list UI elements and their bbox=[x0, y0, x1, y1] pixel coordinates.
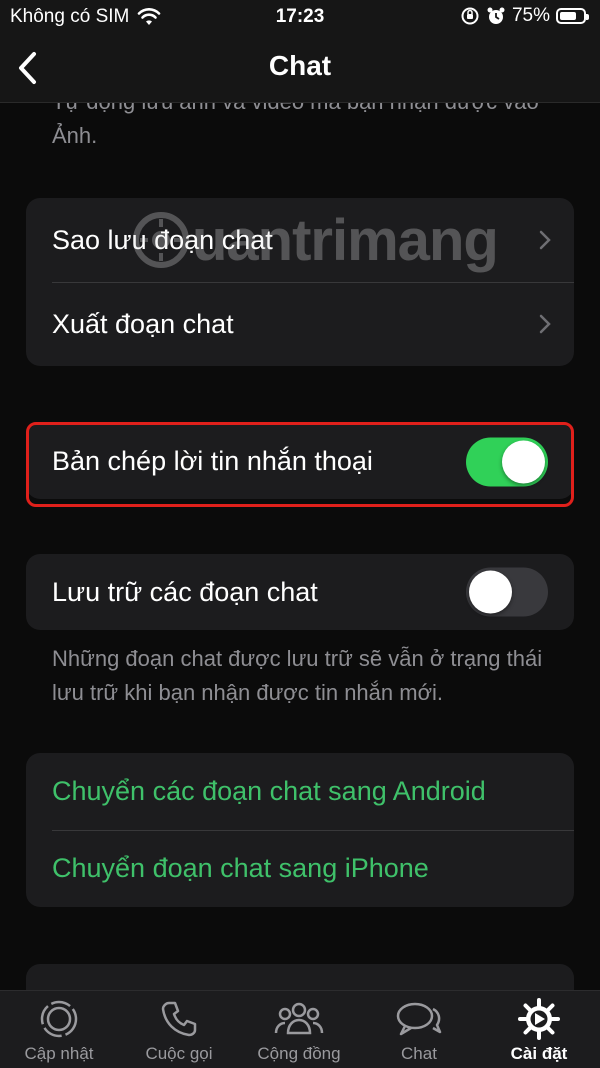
battery-icon bbox=[556, 8, 589, 24]
tab-settings-label: Cài đặt bbox=[510, 1044, 568, 1063]
chevron-right-icon bbox=[539, 314, 551, 334]
voice-transcript-row[interactable]: Bản chép lời tin nhắn thoại bbox=[26, 424, 574, 499]
transfer-group: Chuyển các đoạn chat sang Android Chuyển… bbox=[26, 753, 574, 907]
tab-updates-label: Cập nhật bbox=[24, 1044, 94, 1063]
tab-communities[interactable]: Cộng đồng bbox=[244, 997, 354, 1064]
transfer-iphone-row[interactable]: Chuyển đoạn chat sang iPhone bbox=[26, 830, 574, 907]
archive-chats-toggle[interactable] bbox=[466, 567, 548, 617]
chat-actions-group: Sao lưu đoạn chat Xuất đoạn chat bbox=[26, 198, 574, 366]
voice-transcript-label: Bản chép lời tin nhắn thoại bbox=[52, 446, 373, 476]
chevron-right-icon bbox=[539, 230, 551, 250]
phone-icon bbox=[161, 1001, 197, 1037]
tab-communities-label: Cộng đồng bbox=[257, 1044, 341, 1063]
orientation-lock-icon bbox=[461, 7, 479, 25]
archive-chats-label: Lưu trữ các đoạn chat bbox=[52, 576, 318, 607]
export-chat-label: Xuất đoạn chat bbox=[52, 308, 234, 339]
export-chat-row[interactable]: Xuất đoạn chat bbox=[26, 282, 574, 366]
tab-chats[interactable]: Chat bbox=[364, 997, 474, 1064]
tab-updates[interactable]: Cập nhật bbox=[4, 997, 114, 1064]
tab-calls[interactable]: Cuộc gọi bbox=[124, 997, 234, 1064]
chat-icon bbox=[396, 1002, 442, 1036]
tab-chats-label: Chat bbox=[401, 1044, 437, 1063]
alarm-icon bbox=[487, 7, 505, 24]
tab-settings[interactable]: Cài đặt bbox=[484, 997, 594, 1064]
next-settings-group bbox=[26, 964, 574, 990]
updates-icon bbox=[40, 1000, 78, 1038]
page-title: Chat bbox=[268, 50, 332, 81]
tab-bar: Cập nhật Cuộc gọi Cộng đồng Chat Cài đặt bbox=[0, 990, 600, 1068]
backup-chats-label: Sao lưu đoạn chat bbox=[52, 224, 273, 255]
gear-icon bbox=[518, 998, 560, 1040]
transfer-android-label: Chuyển các đoạn chat sang Android bbox=[52, 776, 486, 806]
settings-content[interactable]: Tự động lưu ảnh và video mà bạn nhận đượ… bbox=[0, 102, 600, 990]
community-icon bbox=[274, 1002, 324, 1035]
backup-chats-row[interactable]: Sao lưu đoạn chat bbox=[26, 198, 574, 282]
status-bar: Không có SIM 17:23 75% bbox=[0, 0, 600, 34]
transfer-iphone-label: Chuyển đoạn chat sang iPhone bbox=[52, 853, 429, 883]
transfer-android-row[interactable]: Chuyển các đoạn chat sang Android bbox=[26, 753, 574, 830]
voice-transcript-toggle[interactable] bbox=[466, 437, 548, 486]
navigation-bar: Chat bbox=[0, 34, 600, 103]
archive-group: Lưu trữ các đoạn chat bbox=[26, 554, 574, 630]
tab-calls-label: Cuộc gọi bbox=[145, 1044, 213, 1063]
archive-chats-row[interactable]: Lưu trữ các đoạn chat bbox=[26, 554, 574, 630]
battery-percent: 75% bbox=[511, 5, 550, 26]
media-visibility-footer: Tự động lưu ảnh và video mà bạn nhận đượ… bbox=[52, 102, 539, 148]
voice-transcript-group: Bản chép lời tin nhắn thoại bbox=[26, 424, 574, 499]
archive-footer: Những đoạn chat được lưu trữ sẽ vẫn ở tr… bbox=[52, 646, 543, 705]
